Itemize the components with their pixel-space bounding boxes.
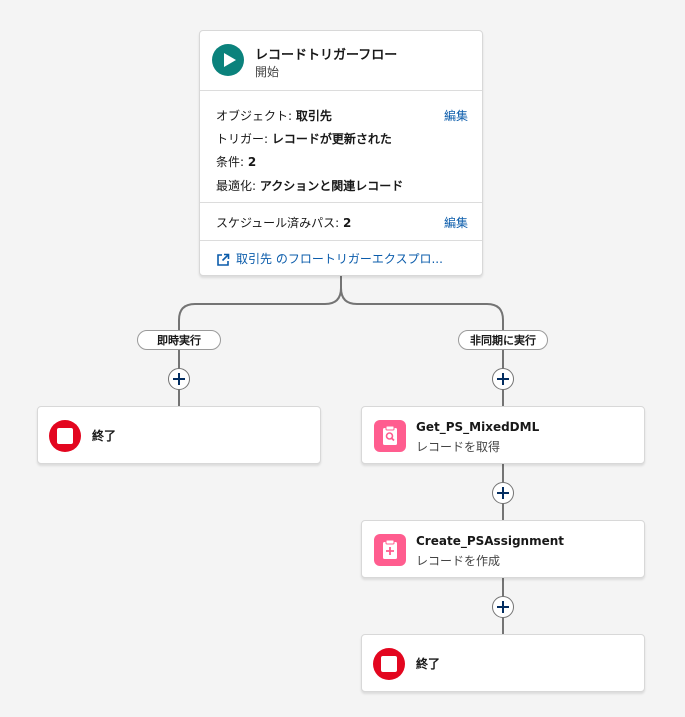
end-label: 終了 <box>92 429 117 443</box>
start-element-card[interactable]: レコードトリガーフロー 開始 オブジェクト: 取引先 編集 トリガー: レコード… <box>199 30 483 276</box>
flow-trigger-explorer-link[interactable]: 取引先 のフロートリガーエクスプロ... <box>216 241 443 277</box>
create-records-subtitle: レコードを作成 <box>416 554 501 568</box>
add-element-button-immediate[interactable] <box>168 368 190 390</box>
start-title: レコードトリガーフロー <box>255 48 398 63</box>
add-element-button-async-2[interactable] <box>492 482 514 504</box>
path-label-immediate: 即時実行 <box>137 330 221 350</box>
stop-icon <box>373 648 405 680</box>
trigger-row: トリガー: レコードが更新された <box>216 132 392 146</box>
get-records-subtitle: レコードを取得 <box>416 440 501 454</box>
end-element-async[interactable]: 終了 <box>361 634 645 692</box>
scheduled-paths-row: スケジュール済みパス: 2 <box>216 216 352 230</box>
edit-scheduled-paths-link[interactable]: 編集 <box>444 214 468 231</box>
edit-config-link[interactable]: 編集 <box>444 107 468 124</box>
create-records-title: Create_PSAssignment <box>416 534 565 548</box>
trigger-value: レコードが更新された <box>271 132 392 146</box>
start-subtitle: 開始 <box>255 65 280 79</box>
get-records-element[interactable]: Get_PS_MixedDML レコードを取得 <box>361 406 645 464</box>
end-label: 終了 <box>416 657 441 671</box>
optimize-value: アクションと関連レコード <box>259 179 404 193</box>
object-row: オブジェクト: 取引先 <box>216 109 332 123</box>
path-label-async: 非同期に実行 <box>458 330 548 350</box>
get-records-title: Get_PS_MixedDML <box>416 420 540 434</box>
get-records-icon <box>374 420 406 452</box>
optimize-row: 最適化: アクションと関連レコード <box>216 179 404 193</box>
object-value: 取引先 <box>295 109 332 123</box>
explorer-section: 取引先 のフロートリガーエクスプロ... <box>200 241 482 277</box>
stop-icon <box>49 420 81 452</box>
explorer-link-label: 取引先 のフロートリガーエクスプロ... <box>236 252 443 266</box>
conditions-row: 条件: 2 <box>216 155 257 169</box>
conditions-value: 2 <box>247 155 257 169</box>
start-header: レコードトリガーフロー 開始 <box>200 31 482 91</box>
end-element-immediate[interactable]: 終了 <box>37 406 321 464</box>
scheduled-paths-section: スケジュール済みパス: 2 編集 <box>200 203 482 241</box>
start-config-section: オブジェクト: 取引先 編集 トリガー: レコードが更新された 条件: 2 最適… <box>200 91 482 203</box>
scheduled-paths-value: 2 <box>343 216 352 230</box>
external-link-icon <box>217 253 230 266</box>
play-icon <box>212 44 244 76</box>
add-element-button-async-3[interactable] <box>492 596 514 618</box>
add-element-button-async-1[interactable] <box>492 368 514 390</box>
create-records-icon <box>374 534 406 566</box>
create-records-element[interactable]: Create_PSAssignment レコードを作成 <box>361 520 645 578</box>
